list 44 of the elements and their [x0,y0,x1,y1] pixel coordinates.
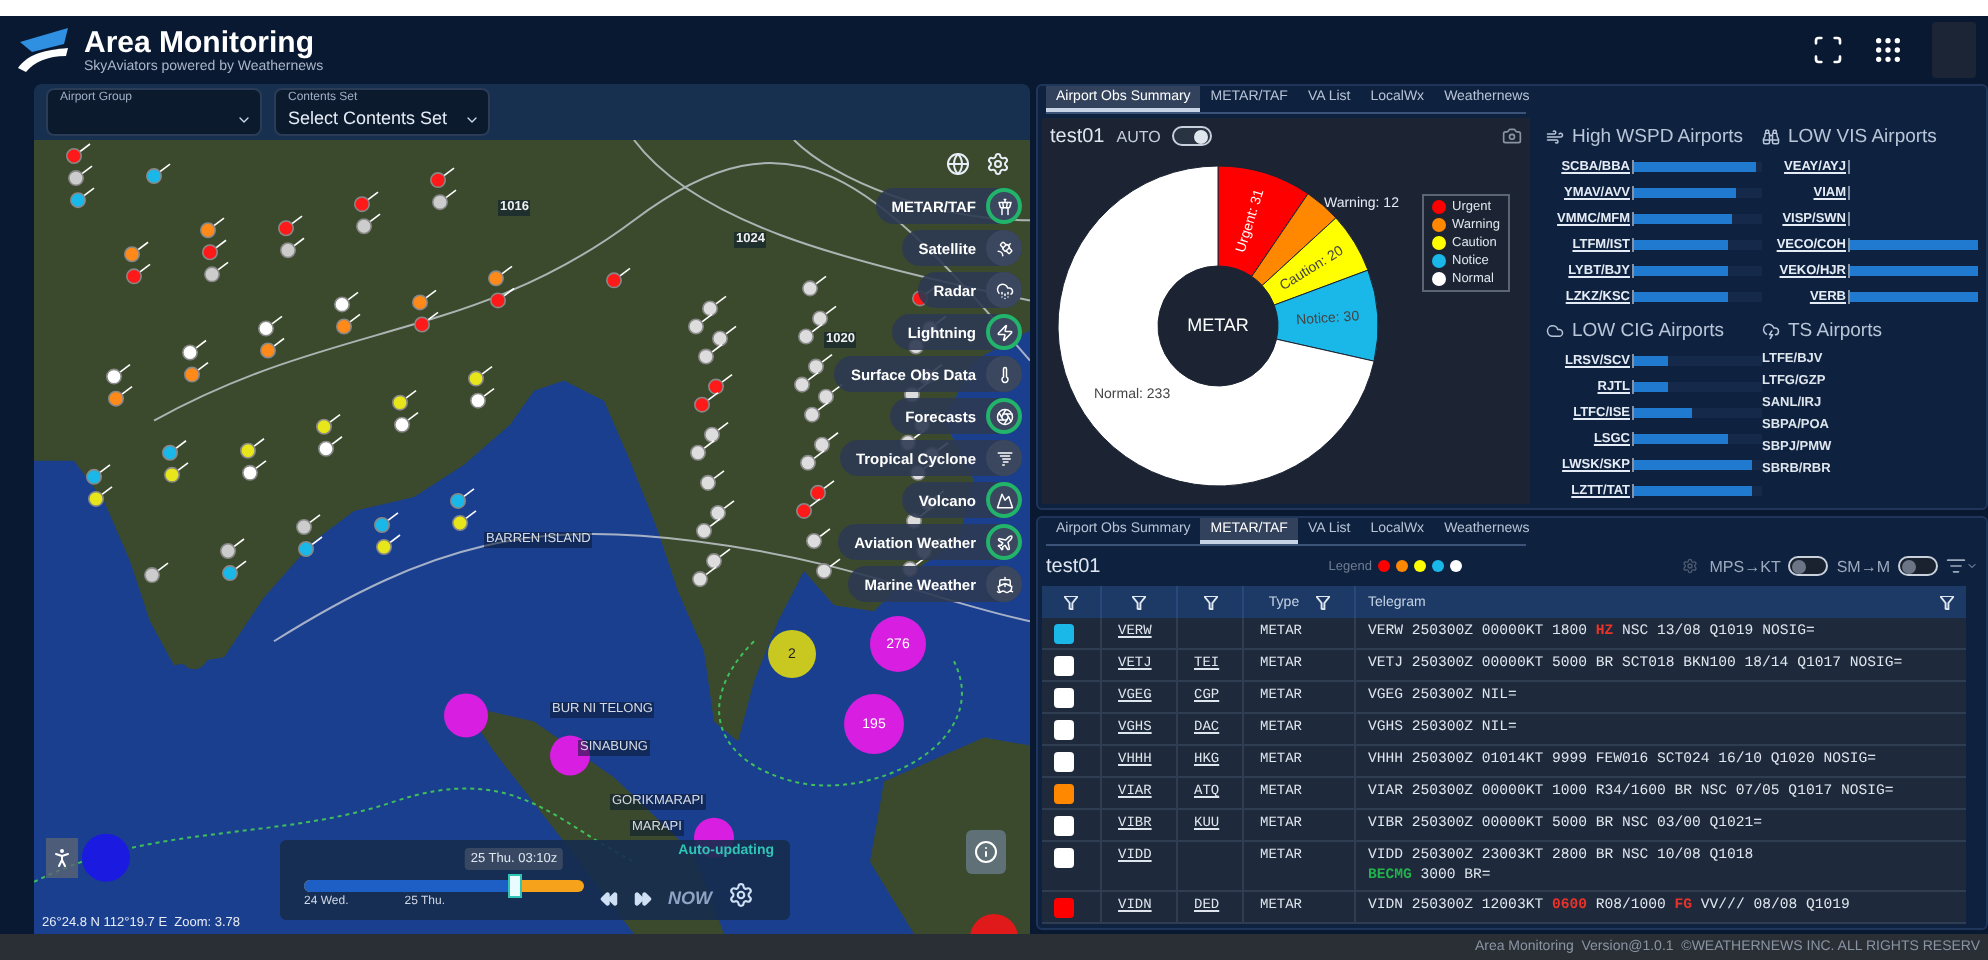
unit-toggle-label: MPS→KT [1709,557,1781,575]
unit-toggle[interactable] [1788,556,1829,576]
filter-icon [1132,595,1146,609]
filter-icon [1315,595,1330,609]
set-name: test01 [1046,555,1101,577]
filter-button[interactable] [1940,595,1954,609]
fast-forward-icon[interactable] [634,890,652,908]
filter-button[interactable] [1203,595,1217,609]
storm-icon [1762,321,1780,339]
now-button[interactable]: NOW [668,888,712,908]
logo-icon [16,26,72,74]
grid-menu-icon[interactable] [1872,34,1904,66]
filter-icon [1203,595,1217,609]
unit-toggle-label: SM→M [1836,557,1890,575]
wind-icon [1546,128,1564,146]
filter-button[interactable] [1064,595,1078,609]
filter-button[interactable] [1315,595,1330,609]
auto-toggle[interactable] [1172,126,1213,146]
cloud-icon [1546,321,1564,339]
section-title: High WSPD Airports [1572,126,1744,148]
info-button[interactable] [966,830,1006,874]
section-title: LOW CIG Airports [1572,319,1725,341]
info-icon [974,840,998,864]
list-menu-icon[interactable] [1946,556,1978,576]
rewind-icon[interactable] [600,890,618,908]
caret-icon [236,112,252,128]
person-button[interactable] [46,838,78,878]
unit-toggle[interactable] [1898,556,1938,576]
filter-icon [1940,595,1954,609]
binoculars-icon [1762,128,1780,146]
auto-label: AUTO [1116,127,1161,145]
chart-title: METAR [1187,314,1249,335]
app-title: Area Monitoring [84,26,314,60]
set-name: test01 [1050,125,1105,147]
section-title: TS Airports [1788,319,1882,341]
filter-icon [1064,595,1078,609]
filter-button[interactable] [1132,595,1146,609]
section-title: LOW VIS Airports [1788,126,1937,148]
slider-thumb[interactable] [508,874,522,898]
globe-icon[interactable] [946,152,970,176]
person-icon [50,846,74,870]
camera-icon[interactable] [1502,126,1522,146]
caret-icon [464,112,480,128]
scan-icon[interactable] [1812,34,1844,66]
